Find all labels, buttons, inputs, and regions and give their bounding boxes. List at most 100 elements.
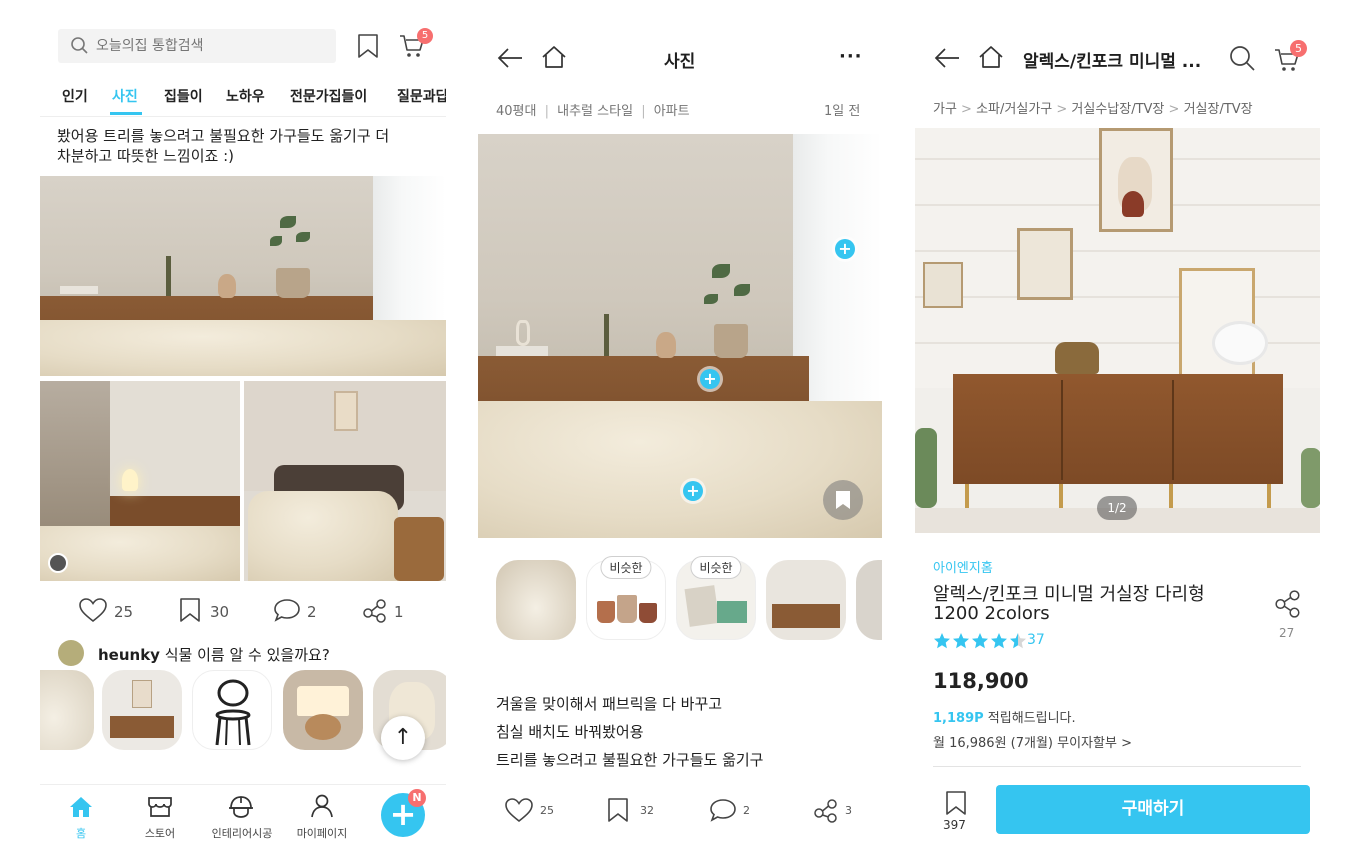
comment-count: 2 — [307, 603, 317, 621]
tab-pro-housewarming[interactable]: 전문가집들이 — [290, 86, 367, 106]
price: 118,900 — [933, 669, 1029, 693]
search-input[interactable] — [96, 35, 326, 57]
product-thumb-chair[interactable] — [192, 670, 272, 750]
bookmark-icon[interactable] — [356, 33, 380, 59]
meta-size[interactable]: 40평대 — [496, 104, 536, 119]
scrap-icon[interactable] — [178, 597, 202, 623]
nav-interior-label[interactable]: 인테리어시공 — [206, 825, 278, 841]
brand-name[interactable]: 아이엔지홈 — [933, 557, 993, 576]
scroll-top-button[interactable]: ↑ — [381, 716, 425, 760]
post-photo-bedroom-wide[interactable] — [40, 381, 240, 581]
review-count[interactable]: 37 — [1027, 632, 1045, 648]
scrap-icon[interactable] — [944, 790, 968, 816]
breadcrumb-item-4[interactable]: 거실장/TV장 — [1184, 102, 1253, 117]
share-count: 1 — [394, 603, 404, 621]
tab-qna[interactable]: 질문과답 — [397, 86, 446, 106]
feed-screen: 5 인기 사진 집들이 노하우 전문가집들이 질문과답 봤어용 트리를 놓으려고… — [40, 0, 446, 847]
home-outline-icon[interactable] — [977, 44, 1005, 70]
breadcrumb-item-2[interactable]: 소파/거실가구 — [976, 102, 1052, 117]
product-thumb-lamp[interactable] — [283, 670, 363, 750]
product-name-line-2: 1200 2colors — [933, 603, 1050, 624]
scrap-icon[interactable] — [606, 797, 630, 823]
star-icon — [991, 633, 1007, 649]
nav-mypage-label[interactable]: 마이페이지 — [290, 825, 354, 841]
share-icon[interactable] — [813, 797, 839, 823]
tagged-thumb-5[interactable] — [856, 560, 882, 640]
home-icon[interactable] — [68, 795, 94, 819]
comment-icon[interactable] — [273, 597, 301, 623]
tab-housewarming[interactable]: 집들이 — [164, 86, 203, 106]
person-icon[interactable] — [309, 793, 335, 819]
home-outline-icon[interactable] — [540, 44, 568, 70]
back-arrow-icon[interactable] — [933, 46, 961, 70]
product-tag-plus-1[interactable]: + — [835, 239, 855, 259]
tab-photos[interactable]: 사진 — [112, 86, 138, 106]
like-count: 25 — [114, 603, 134, 621]
star-icon — [934, 633, 950, 649]
product-tag-plus-3[interactable]: + — [683, 481, 703, 501]
product-screen: 알렉스/킨포크 미니멀 ... 5 가구 > 소파/거실가구 > 거실수납장/T… — [915, 0, 1320, 847]
points-line: 1,189P 적립해드립니다. — [933, 707, 1076, 726]
comment-text: 식물 이름 알 수 있을까요? — [164, 646, 330, 664]
post-photo-bedroom-bed[interactable] — [244, 381, 446, 581]
commenter-name[interactable]: heunky — [98, 646, 160, 664]
nav-home-label[interactable]: 홈 — [70, 825, 92, 841]
photo-bookmark-button[interactable] — [823, 480, 863, 520]
tab-divider — [40, 116, 446, 117]
breadcrumb-item-1[interactable]: 가구 — [933, 102, 957, 117]
post-caption-line-1: 봤어용 트리를 놓으려고 불필요한 가구들도 옮기구 더 — [57, 127, 390, 145]
comment-count: 2 — [743, 804, 750, 817]
rating-stars[interactable] — [933, 632, 1028, 650]
tab-popular[interactable]: 인기 — [62, 86, 88, 106]
like-icon[interactable] — [78, 597, 108, 623]
scrap-count: 32 — [640, 804, 654, 817]
description-line-1: 겨울을 맞이해서 패브릭을 다 바꾸고 — [496, 695, 723, 713]
tag-icon[interactable] — [48, 553, 68, 573]
post-meta: 40평대 | 내추럴 스타일 | 아파트 — [496, 104, 690, 119]
bookmark-filled-icon — [836, 491, 850, 509]
photo-detail-screen: 사진 ··· 40평대 | 내추럴 스타일 | 아파트 1일 전 + + + 비… — [478, 0, 882, 847]
product-thumb-2[interactable] — [102, 670, 182, 750]
helmet-icon[interactable] — [227, 793, 255, 819]
tab-knowhow[interactable]: 노하우 — [226, 86, 265, 106]
store-icon[interactable] — [146, 795, 174, 819]
search-bar[interactable] — [58, 29, 336, 63]
scrap-count: 397 — [943, 818, 966, 832]
more-menu-icon[interactable]: ··· — [839, 46, 863, 67]
product-main-image[interactable]: 1/2 — [915, 128, 1320, 533]
bottom-nav: 홈 스토어 인테리어시공 마이페이지 + N — [40, 784, 446, 847]
meta-style[interactable]: 내추럴 스타일 — [557, 104, 633, 119]
post-main-photo[interactable] — [40, 176, 446, 376]
breadcrumb: 가구 > 소파/거실가구 > 거실수납장/TV장 > 거실장/TV장 — [933, 102, 1253, 117]
commenter-avatar[interactable] — [58, 640, 84, 666]
detail-main-photo[interactable]: + + + — [478, 134, 882, 538]
framed-art-1 — [1099, 128, 1173, 232]
arrow-up-icon: ↑ — [393, 725, 413, 750]
product-thumb-1[interactable] — [40, 670, 94, 750]
share-icon[interactable] — [362, 597, 388, 623]
product-share-icon[interactable] — [1274, 590, 1302, 618]
meta-type[interactable]: 아파트 — [654, 104, 690, 119]
similar-badge-1: 비슷한 — [600, 556, 652, 579]
sideboard — [953, 374, 1283, 484]
tagged-thumb-3-wrap: 비슷한 — [674, 556, 758, 642]
search-icon[interactable] — [1228, 44, 1256, 72]
description-line-2: 침실 배치도 바꿔봤어용 — [496, 723, 644, 741]
post-time: 1일 전 — [824, 104, 861, 119]
installment-link[interactable]: 월 16,986원 (7개월) 무이자할부 > — [933, 732, 1132, 751]
tagged-thumb-4[interactable] — [766, 560, 846, 640]
nav-store-label[interactable]: 스토어 — [140, 825, 180, 841]
breadcrumb-item-3[interactable]: 거실수납장/TV장 — [1071, 102, 1164, 117]
back-arrow-icon[interactable] — [496, 46, 524, 70]
comment-icon[interactable] — [709, 797, 737, 823]
description-line-3: 트리를 놓으려고 불필요한 가구들도 옮기구 — [496, 751, 764, 769]
like-count: 25 — [540, 804, 554, 817]
tagged-thumb-1[interactable] — [496, 560, 576, 640]
post-caption-line-2: 차분하고 따뜻한 느낌이죠 :) — [57, 147, 235, 165]
cart-badge: 5 — [417, 28, 433, 44]
comment-line: heunky 식물 이름 알 수 있을까요? — [98, 644, 330, 665]
like-icon[interactable] — [504, 797, 534, 823]
cart-badge: 5 — [1290, 40, 1307, 57]
product-tag-plus-2[interactable]: + — [700, 369, 720, 389]
buy-button[interactable]: 구매하기 — [996, 785, 1310, 834]
